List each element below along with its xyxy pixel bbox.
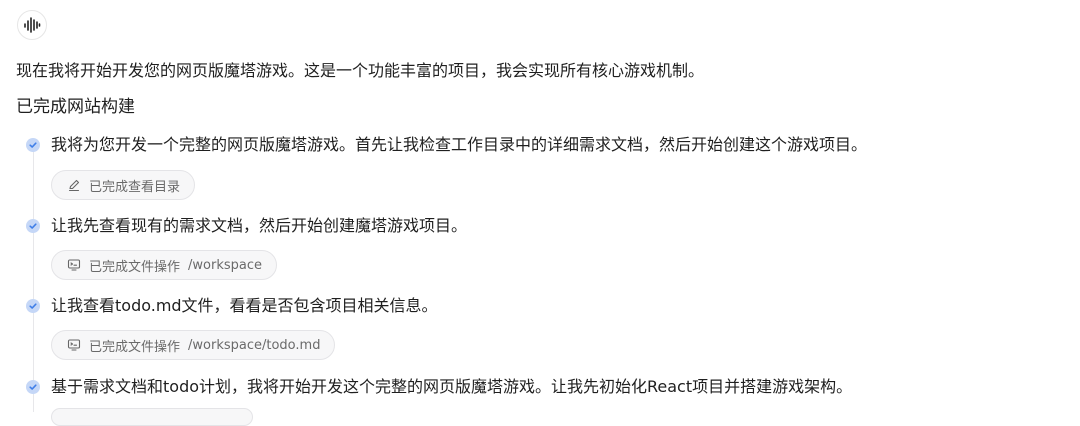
edit-pencil-icon (67, 178, 81, 192)
check-circle-icon (26, 380, 40, 394)
tool-chip-partial[interactable] (51, 408, 253, 426)
terminal-monitor-icon (67, 258, 81, 272)
check-circle-icon (26, 138, 40, 152)
step-text: 让我先查看现有的需求文档，然后开始创建魔塔游戏项目。 (51, 216, 468, 235)
step-item: 我将为您开发一个完整的网页版魔塔游戏。首先让我检查工作目录中的详细需求文档，然后… (26, 134, 867, 156)
assistant-intro-text: 现在我将开始开发您的网页版魔塔游戏。这是一个功能丰富的项目，我会实现所有核心游戏… (16, 61, 705, 80)
tool-chip-path: /workspace (188, 257, 262, 273)
tool-chip[interactable]: 已完成查看目录 (51, 170, 196, 200)
step-text: 让我查看todo.md文件，看看是否包含项目相关信息。 (51, 296, 438, 315)
timeline-line (33, 150, 34, 412)
tool-chip-path: /workspace/todo.md (188, 337, 321, 353)
step-item: 让我先查看现有的需求文档，然后开始创建魔塔游戏项目。 (26, 215, 467, 237)
check-circle-icon (26, 219, 40, 233)
tool-chip-label: 已完成查看目录 (89, 179, 181, 195)
step-item: 基于需求文档和todo计划，我将开始开发这个完整的网页版魔塔游戏。让我先初始化R… (26, 376, 852, 398)
step-text: 我将为您开发一个完整的网页版魔塔游戏。首先让我检查工作目录中的详细需求文档，然后… (51, 135, 868, 154)
tool-chip[interactable]: 已完成文件操作 /workspace/todo.md (51, 330, 336, 360)
tool-chip[interactable]: 已完成文件操作 /workspace (51, 250, 277, 280)
waveform-logo-icon (24, 17, 41, 33)
assistant-avatar (17, 10, 47, 40)
tool-chip-label: 已完成文件操作 (89, 259, 181, 275)
terminal-monitor-icon (67, 338, 81, 352)
tool-chip-label: 已完成文件操作 (89, 339, 181, 355)
check-circle-icon (26, 299, 40, 313)
step-item: 让我查看todo.md文件，看看是否包含项目相关信息。 (26, 295, 438, 317)
step-text: 基于需求文档和todo计划，我将开始开发这个完整的网页版魔塔游戏。让我先初始化R… (51, 377, 853, 396)
section-title: 已完成网站构建 (16, 97, 135, 117)
